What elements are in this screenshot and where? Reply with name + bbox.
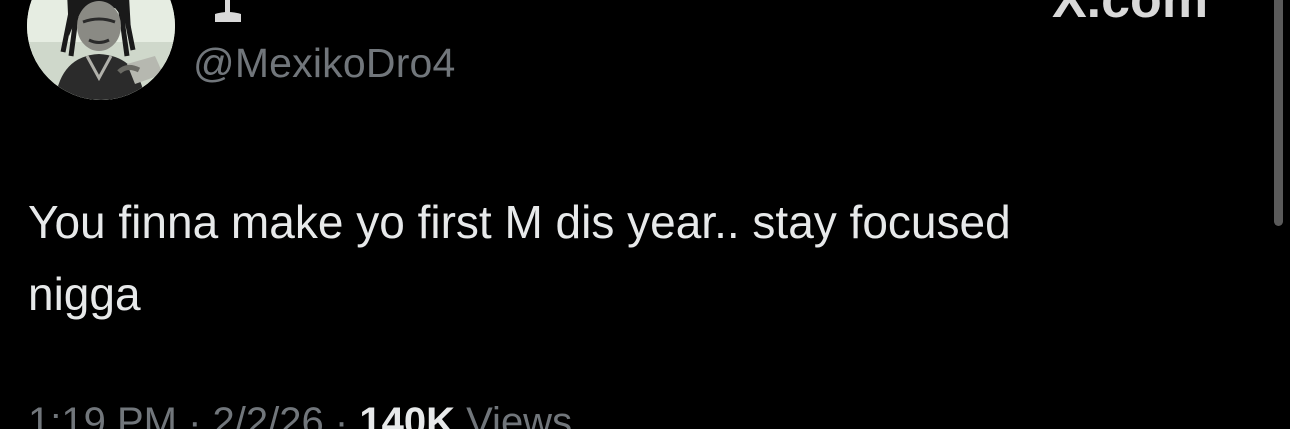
meta-separator: ·	[188, 400, 202, 429]
meta-separator-2: ·	[334, 400, 349, 429]
scrollbar[interactable]	[1274, 0, 1283, 226]
views-count: 140K	[359, 400, 455, 429]
tweet-text: You finna make yo first M dis year.. sta…	[28, 196, 1011, 320]
site-brand: X.com	[1052, 0, 1209, 29]
profile-photo-icon	[27, 0, 175, 100]
tweet-time[interactable]: 1:19 PM	[28, 400, 177, 429]
avatar[interactable]	[27, 0, 175, 100]
views-label: Views	[466, 400, 573, 429]
badge-icon	[215, 0, 241, 22]
author-handle[interactable]: @MexikoDro4	[193, 38, 456, 88]
tweet-meta: 1:19 PM · 2/2/26 · 140K Views	[28, 398, 572, 429]
tweet-date[interactable]: 2/2/26	[213, 400, 324, 429]
